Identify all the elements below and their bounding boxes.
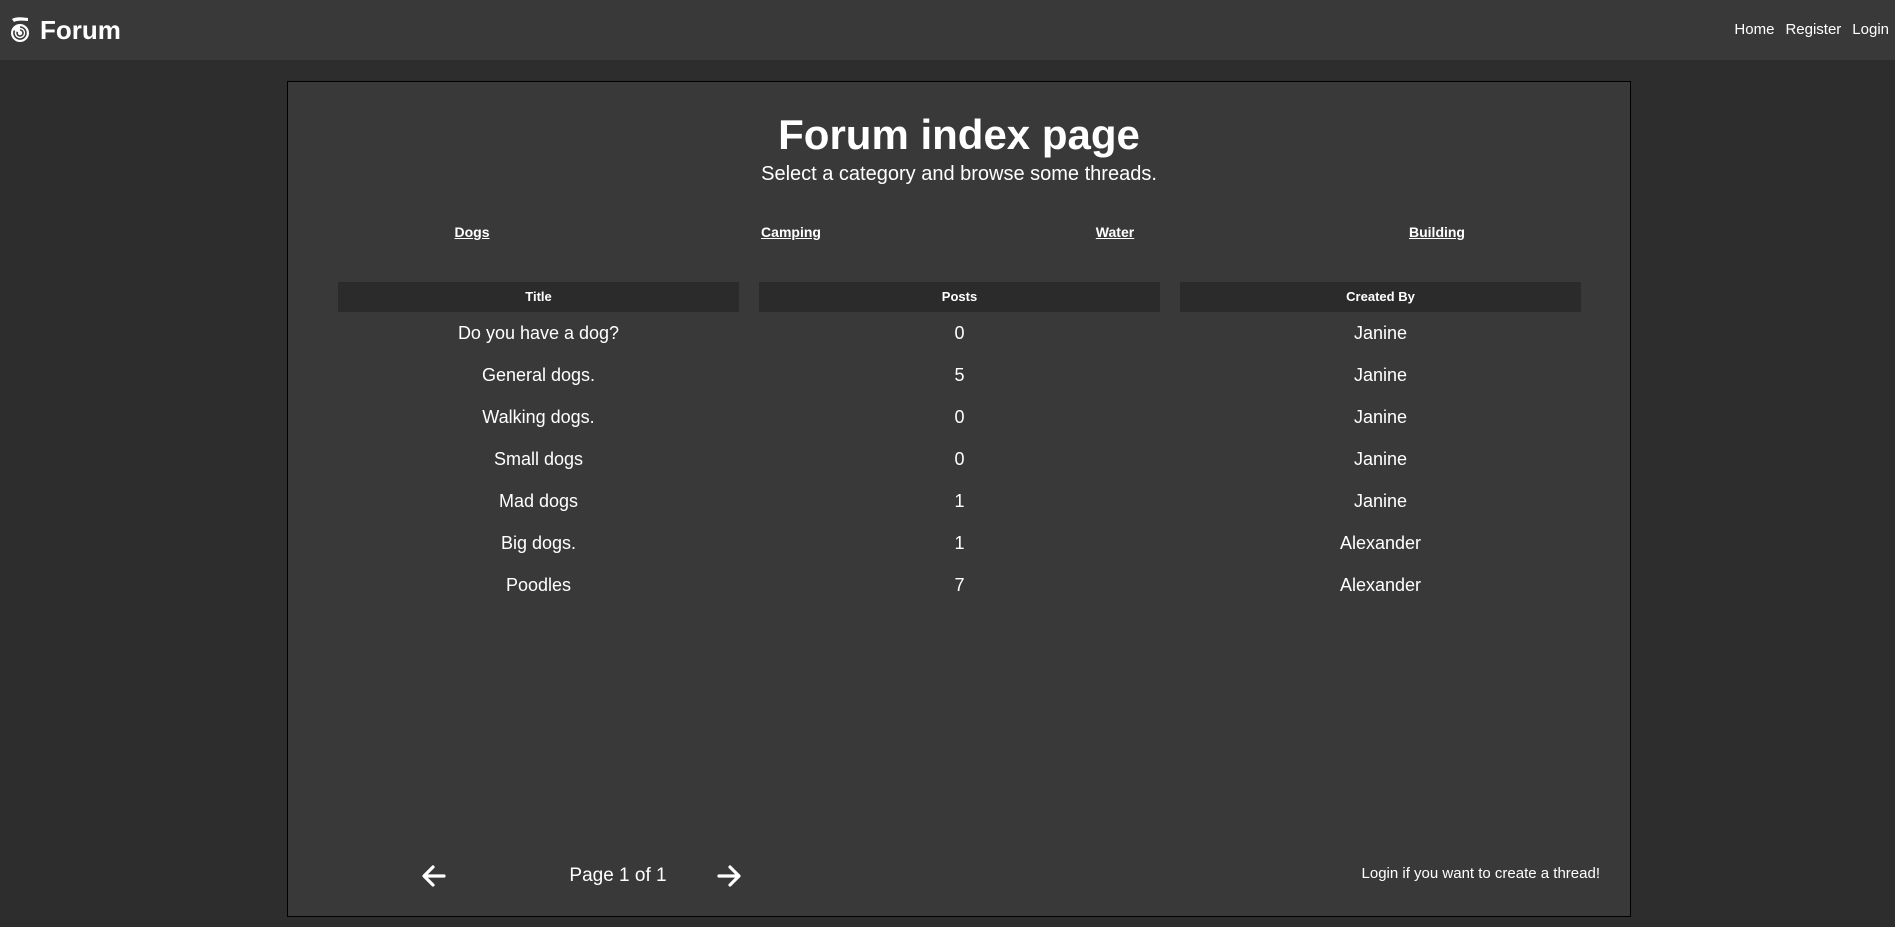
- page-indicator: Page 1 of 1: [569, 865, 667, 886]
- forum-logo-icon: [11, 17, 29, 42]
- page-subtitle: Select a category and browse some thread…: [761, 163, 1157, 185]
- category-link-building[interactable]: Building: [1409, 224, 1465, 240]
- page-title: Forum index page: [778, 111, 1140, 158]
- top-nav: Home Register Login: [1734, 20, 1889, 40]
- thread-post-count: 5: [954, 365, 965, 385]
- thread-author: Janine: [1353, 449, 1408, 469]
- thread-author: Alexander: [1339, 575, 1422, 595]
- category-link-water[interactable]: Water: [1096, 224, 1134, 240]
- nav-login-link[interactable]: Login: [1852, 20, 1889, 40]
- thread-author: Janine: [1353, 407, 1408, 427]
- thread-author: Alexander: [1339, 533, 1422, 553]
- thread-row[interactable]: Big dogs. 1 Alexander: [338, 522, 1582, 564]
- thread-title[interactable]: Mad dogs: [338, 480, 739, 522]
- thread-row[interactable]: Poodles 7 Alexander: [338, 564, 1582, 606]
- thread-title[interactable]: Do you have a dog?: [338, 312, 739, 354]
- thread-post-count: 1: [954, 533, 965, 553]
- next-page-arrow-icon[interactable]: [715, 862, 743, 890]
- brand-name: Forum: [40, 15, 121, 45]
- thread-author: Janine: [1353, 365, 1408, 385]
- column-header-created-by: Created By: [1180, 282, 1581, 312]
- thread-title[interactable]: Big dogs.: [338, 522, 739, 564]
- category-link-camping[interactable]: Camping: [761, 224, 821, 240]
- previous-page-arrow-icon[interactable]: [420, 862, 448, 890]
- thread-author: Janine: [1353, 491, 1408, 511]
- login-to-create-thread-note: Login if you want to create a thread!: [1361, 865, 1600, 882]
- thread-row[interactable]: Mad dogs 1 Janine: [338, 480, 1582, 522]
- top-navbar: Forum Home Register Login: [0, 0, 1895, 60]
- thread-title[interactable]: Poodles: [338, 564, 739, 606]
- thread-post-count: 0: [954, 449, 965, 469]
- thread-post-count: 7: [954, 575, 965, 595]
- brand[interactable]: Forum: [8, 13, 121, 47]
- nav-register-link[interactable]: Register: [1785, 20, 1841, 40]
- thread-row[interactable]: Small dogs 0 Janine: [338, 438, 1582, 480]
- nav-home-link[interactable]: Home: [1734, 20, 1774, 40]
- category-link-dogs[interactable]: Dogs: [455, 224, 490, 240]
- thread-row[interactable]: General dogs. 5 Janine: [338, 354, 1582, 396]
- main-panel: Forum index page Select a category and b…: [287, 81, 1631, 917]
- thread-list: Do you have a dog? 0 Janine General dogs…: [338, 312, 1582, 606]
- column-header-title: Title: [338, 282, 739, 312]
- thread-title[interactable]: General dogs.: [338, 354, 739, 396]
- thread-author: Janine: [1353, 323, 1408, 343]
- thread-row[interactable]: Do you have a dog? 0 Janine: [338, 312, 1582, 354]
- thread-title[interactable]: Walking dogs.: [338, 396, 739, 438]
- column-header-posts: Posts: [759, 282, 1160, 312]
- thread-post-count: 1: [954, 491, 965, 511]
- thread-post-count: 0: [954, 407, 965, 427]
- thread-post-count: 0: [954, 323, 965, 343]
- thread-title[interactable]: Small dogs: [338, 438, 739, 480]
- thread-row[interactable]: Walking dogs. 0 Janine: [338, 396, 1582, 438]
